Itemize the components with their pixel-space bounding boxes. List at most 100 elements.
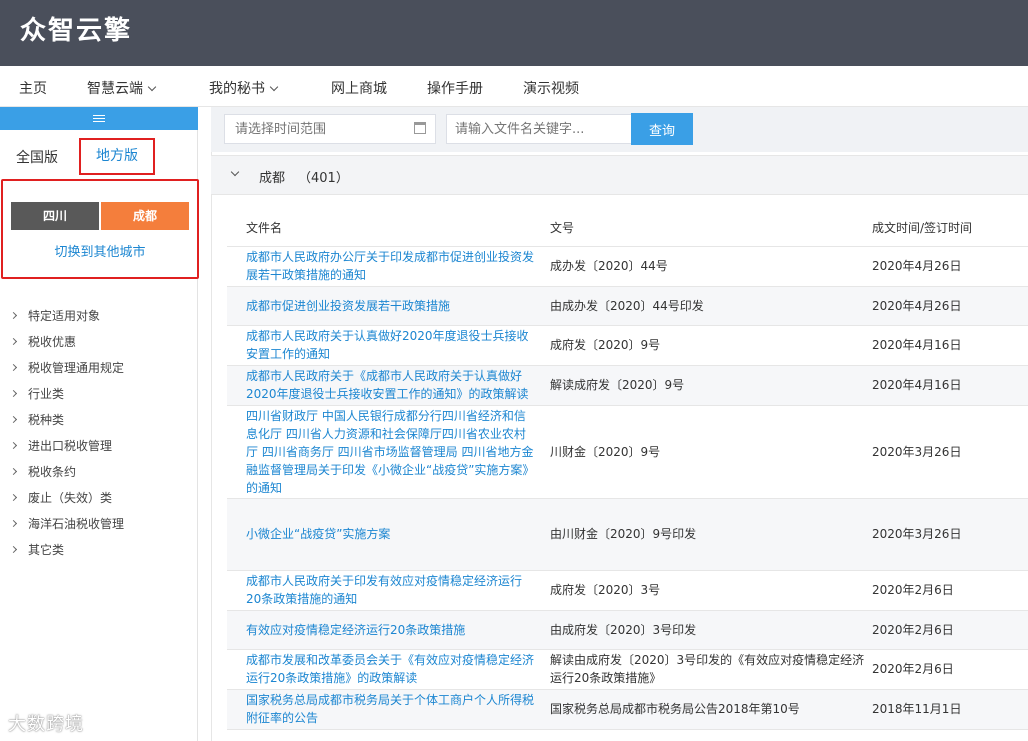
search-button[interactable]: 查询 [631,113,693,145]
doc-title-link[interactable]: 成都市促进创业投资发展若干政策措施 [227,286,550,326]
category-list: 特定适用对象 税收优惠 税收管理通用规定 行业类 税种类 进出口税收管理 税收条… [0,303,198,563]
keyword-search-input[interactable] [446,114,632,144]
table-header-row: 文件名 文号 成文时间/签订时间 [227,209,1028,247]
category-label: 税收管理通用规定 [28,361,125,375]
chevron-right-icon [9,337,18,346]
category-item[interactable]: 特定适用对象 [0,303,198,329]
doc-title-link[interactable]: 成都市发展和改革委员会关于《有效应对疫情稳定经济运行20条政策措施》的政策解读 [227,649,550,690]
doc-date: 2020年3月26日 [872,405,1028,499]
table-row: 成都市人民政府关于认真做好2020年度退役士兵接收安置工作的通知 成府发〔202… [227,325,1028,366]
chevron-right-icon [9,545,18,554]
doc-title-link[interactable]: 国家税务总局成都市税务局关于个体工商户个人所得税附征率的公告 [227,689,550,730]
doc-date: 2018年11月1日 [872,689,1028,730]
category-item[interactable]: 税收条约 [0,459,198,485]
column-header-number: 文号 [550,209,872,247]
doc-number: 成办发〔2020〕44号 [550,246,872,287]
category-item[interactable]: 进出口税收管理 [0,433,198,459]
sidebar-collapse-button[interactable] [0,107,198,130]
chevron-right-icon [9,493,18,502]
tab-local[interactable]: 地方版 [79,138,155,175]
category-label: 废止（失效）类 [28,491,113,505]
nav-smart-cloud-label: 智慧云端 [87,81,143,97]
doc-number: 由成府发〔2020〕3号印发 [550,610,872,650]
category-item[interactable]: 废止（失效）类 [0,485,198,511]
doc-number: 由川财金〔2020〕9号印发 [550,498,872,571]
doc-date: 2020年2月6日 [872,610,1028,650]
doc-date: 2020年4月26日 [872,246,1028,287]
calendar-icon[interactable] [414,122,426,134]
documents-table: 文件名 文号 成文时间/签订时间 成都市人民政府办公厅关于印发成都市促进创业投资… [227,209,1028,730]
doc-number: 成府发〔2020〕9号 [550,325,872,366]
doc-date: 2020年4月26日 [872,286,1028,326]
chevron-down-icon [147,82,157,92]
category-item[interactable]: 其它类 [0,537,198,563]
nav-home[interactable]: 主页 [19,78,47,98]
chevron-right-icon [9,363,18,372]
doc-number: 国家税务总局成都市税务局公告2018年第10号 [550,689,872,730]
category-item[interactable]: 税收管理通用规定 [0,355,198,381]
city-selector: 四川 成都 切换到其他城市 [1,179,199,279]
nav-my-secretary[interactable]: 我的秘书 [209,78,279,98]
doc-date: 2020年2月6日 [872,649,1028,690]
category-label: 税种类 [28,413,65,427]
watermark: 大数跨境 [8,714,84,735]
doc-title-link[interactable]: 成都市人民政府关于认真做好2020年度退役士兵接收安置工作的通知 [227,325,550,366]
sidebar: 全国版 地方版 四川 成都 切换到其他城市 特定适用对象 税收优惠 税收管理通用… [0,107,199,741]
chevron-down-icon [269,82,279,92]
column-header-date: 成文时间/签订时间 [872,209,1028,247]
tab-national[interactable]: 全国版 [16,147,58,167]
nav-demo-video[interactable]: 演示视频 [523,78,579,98]
doc-date: 2020年4月16日 [872,365,1028,406]
column-header-name: 文件名 [227,209,550,247]
nav-manual[interactable]: 操作手册 [427,78,483,98]
city-button[interactable]: 成都 [101,202,189,230]
doc-date: 2020年3月26日 [872,498,1028,571]
nav-smart-cloud[interactable]: 智慧云端 [87,78,157,98]
doc-title-link[interactable]: 有效应对疫情稳定经济运行20条政策措施 [227,610,550,650]
switch-city-link[interactable]: 切换到其他城市 [3,241,197,260]
category-item[interactable]: 行业类 [0,381,198,407]
doc-number: 川财金〔2020〕9号 [550,405,872,499]
nav-my-secretary-label: 我的秘书 [209,81,265,97]
doc-title-link[interactable]: 成都市人民政府关于《成都市人民政府关于认真做好2020年度退役士兵接收安置工作的… [227,365,550,406]
doc-title-link[interactable]: 成都市人民政府办公厅关于印发成都市促进创业投资发展若干政策措施的通知 [227,246,550,287]
doc-number: 解读成府发〔2020〕9号 [550,365,872,406]
app-logo[interactable]: 众智云擎 [20,10,132,47]
doc-number: 解读由成府发〔2020〕3号印发的《有效应对疫情稳定经济运行20条政策措施》 [550,649,872,690]
doc-title-link[interactable]: 四川省财政厅 中国人民银行成都分行四川省经济和信息化厅 四川省人力资源和社会保障… [227,405,550,499]
chevron-right-icon [9,519,18,528]
category-label: 进出口税收管理 [28,439,113,453]
doc-date: 2020年2月6日 [872,570,1028,611]
doc-number: 由成办发〔2020〕44号印发 [550,286,872,326]
doc-title-link[interactable]: 小微企业“战疫贷”实施方案 [227,498,550,571]
category-label: 行业类 [28,387,65,401]
date-range-input[interactable] [224,114,436,144]
category-label: 特定适用对象 [28,309,101,323]
table-row: 国家税务总局成都市税务局关于个体工商户个人所得税附征率的公告 国家税务总局成都市… [227,689,1028,730]
chevron-right-icon [9,311,18,320]
chevron-right-icon [9,467,18,476]
category-label: 税收条约 [28,465,77,479]
table-row: 成都市人民政府关于《成都市人民政府关于认真做好2020年度退役士兵接收安置工作的… [227,365,1028,406]
doc-title-link[interactable]: 成都市人民政府关于印发有效应对疫情稳定经济运行20条政策措施的通知 [227,570,550,611]
doc-date: 2020年4月16日 [872,325,1028,366]
group-title: 成都 [259,171,286,186]
category-item[interactable]: 税收优惠 [0,329,198,355]
category-item[interactable]: 海洋石油税收管理 [0,511,198,537]
category-item[interactable]: 税种类 [0,407,198,433]
nav-online-store[interactable]: 网上商城 [331,78,387,98]
chevron-right-icon [9,389,18,398]
province-button[interactable]: 四川 [11,202,99,230]
group-count: （401） [298,171,349,186]
table-row: 四川省财政厅 中国人民银行成都分行四川省经济和信息化厅 四川省人力资源和社会保障… [227,405,1028,499]
chevron-right-icon [9,441,18,450]
category-label: 其它类 [28,543,65,557]
main-nav: 主页 智慧云端 我的秘书 网上商城 操作手册 演示视频 [0,66,1028,107]
doc-number: 成府发〔2020〕3号 [550,570,872,611]
table-row: 成都市人民政府关于印发有效应对疫情稳定经济运行20条政策措施的通知 成府发〔20… [227,570,1028,611]
table-row: 成都市人民政府办公厅关于印发成都市促进创业投资发展若干政策措施的通知 成办发〔2… [227,246,1028,287]
table-row: 成都市促进创业投资发展若干政策措施 由成办发〔2020〕44号印发 2020年4… [227,286,1028,326]
category-label: 海洋石油税收管理 [28,517,125,531]
chevron-right-icon [9,415,18,424]
top-header: 众智云擎 [0,0,1028,66]
